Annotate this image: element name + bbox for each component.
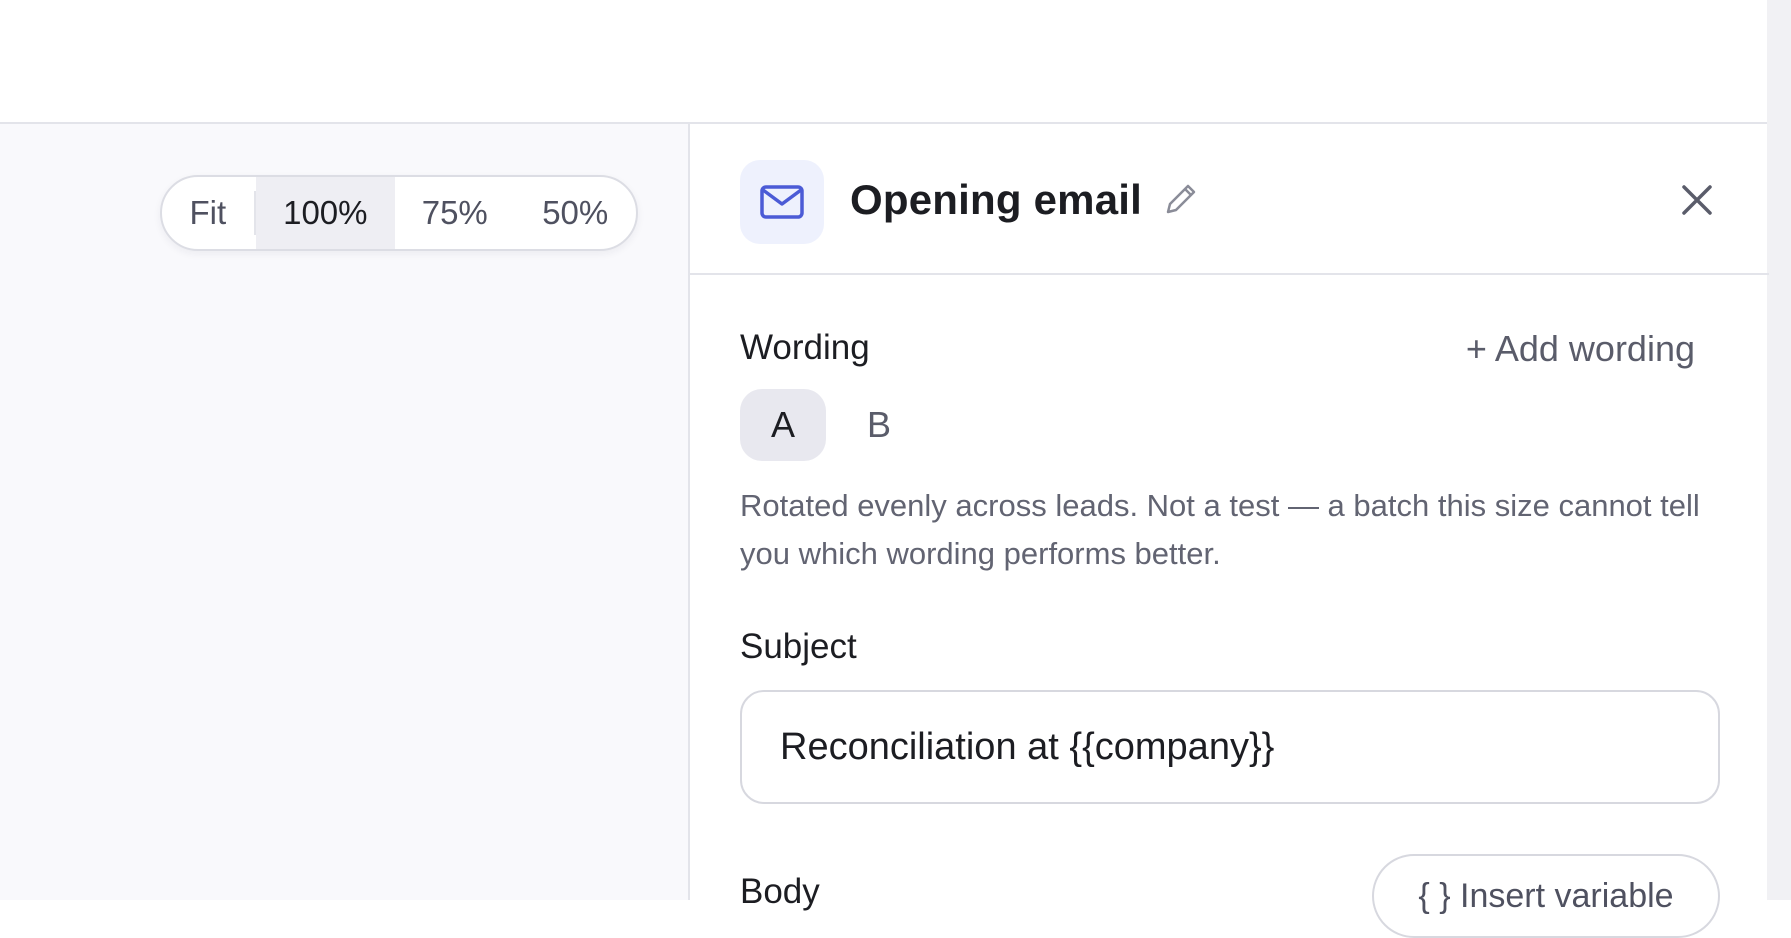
wording-variant-a[interactable]: A bbox=[740, 389, 826, 461]
body-label: Body bbox=[740, 872, 820, 911]
subject-input[interactable] bbox=[740, 690, 1720, 804]
zoom-control: Fit 100% 75% 50% bbox=[160, 175, 638, 251]
zoom-50-button[interactable]: 50% bbox=[515, 177, 636, 249]
add-wording-button[interactable]: + Add wording bbox=[1466, 328, 1695, 370]
subject-label: Subject bbox=[740, 627, 857, 666]
canvas-area: Fit 100% 75% 50% bbox=[0, 124, 688, 900]
top-bar bbox=[0, 0, 1767, 124]
zoom-100-button[interactable]: 100% bbox=[255, 177, 395, 249]
insert-variable-button[interactable]: { } Insert variable bbox=[1372, 854, 1720, 938]
scrollbar[interactable] bbox=[1767, 0, 1791, 900]
pencil-icon[interactable] bbox=[1160, 180, 1200, 225]
zoom-75-button[interactable]: 75% bbox=[395, 177, 515, 249]
zoom-fit-button[interactable]: Fit bbox=[162, 177, 254, 249]
wording-label: Wording bbox=[740, 328, 870, 367]
wording-variant-b[interactable]: B bbox=[836, 389, 922, 461]
panel-title: Opening email bbox=[850, 176, 1142, 223]
panel-header: Opening email bbox=[690, 124, 1769, 275]
mail-icon bbox=[740, 160, 824, 244]
close-icon[interactable] bbox=[1677, 180, 1717, 225]
step-editor-panel: Opening email Wording + Add wording A B … bbox=[688, 124, 1769, 938]
wording-helper-text: Rotated evenly across leads. Not a test … bbox=[740, 488, 1700, 571]
